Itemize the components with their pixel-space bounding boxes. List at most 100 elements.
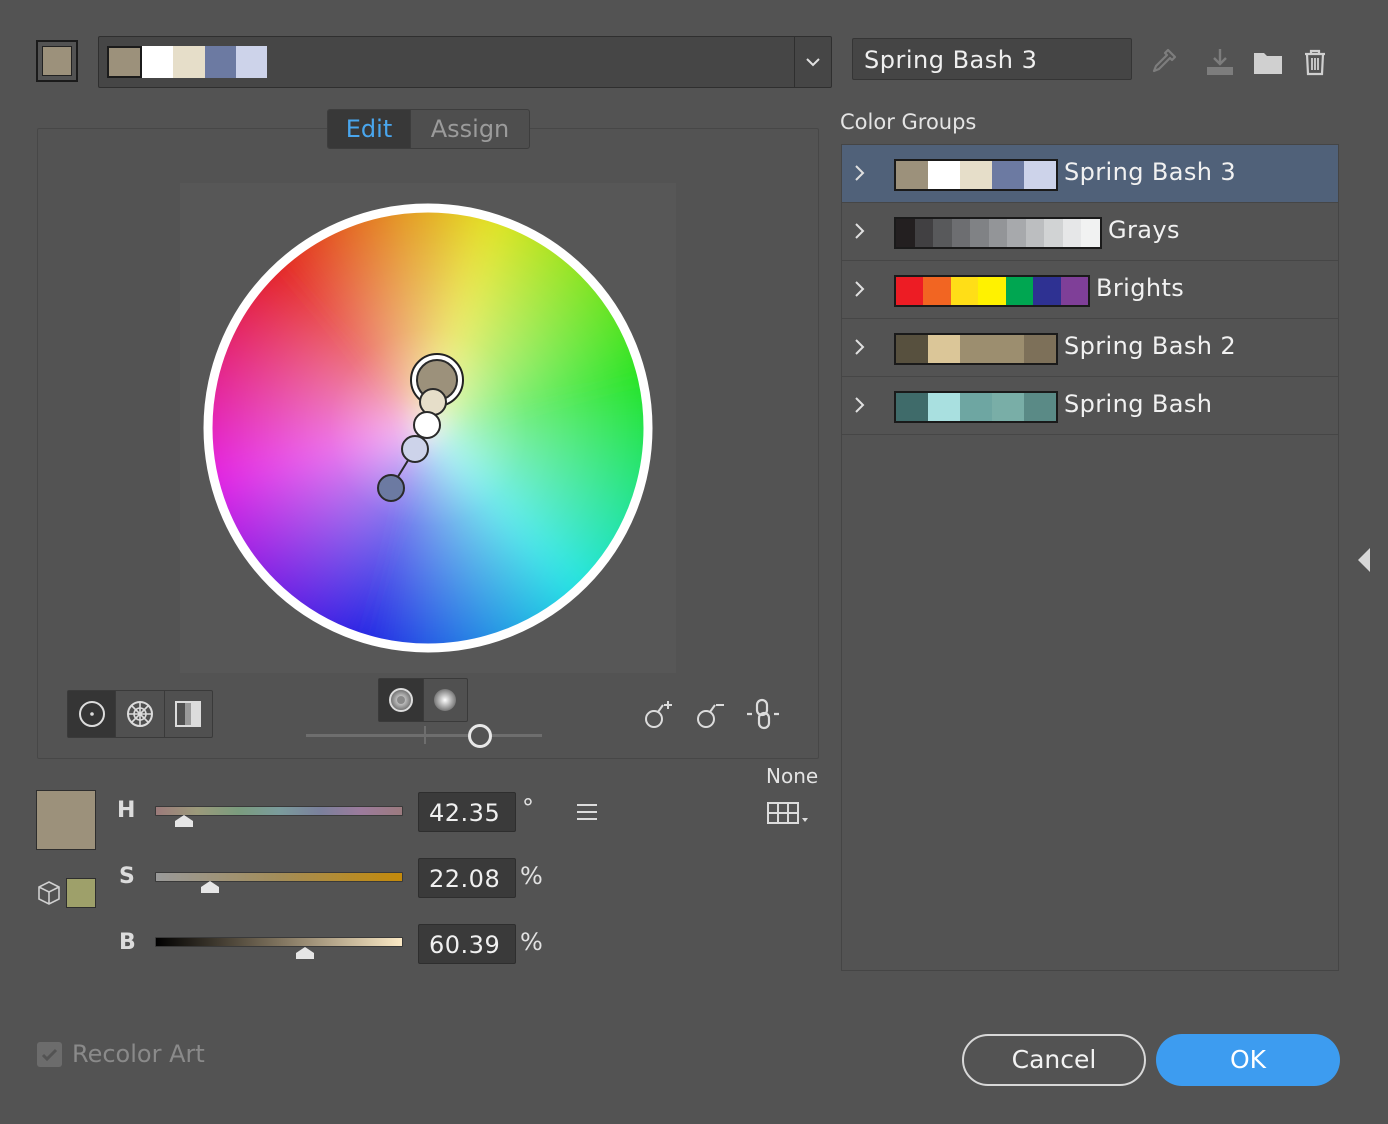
color-group-name: Spring Bash 3 (1064, 158, 1237, 186)
in-gamut-color-swatch[interactable] (66, 878, 96, 908)
chevron-right-icon[interactable] (852, 337, 868, 357)
color-group-swatch[interactable] (896, 277, 924, 305)
chevron-right-icon[interactable] (852, 163, 868, 183)
hue-value-input[interactable]: 42.35 (418, 792, 516, 832)
color-group-swatch[interactable] (1005, 277, 1034, 305)
recolor-art-checkbox[interactable] (37, 1042, 62, 1067)
color-marker[interactable] (419, 388, 447, 416)
limit-to-library-icon[interactable] (766, 800, 810, 828)
color-group-swatch[interactable] (1024, 335, 1056, 363)
color-group-swatch[interactable] (992, 393, 1024, 421)
hue-label: H (117, 798, 136, 823)
color-group-swatch[interactable] (960, 393, 992, 421)
color-group-swatch[interactable] (1044, 219, 1063, 247)
color-group-swatch[interactable] (896, 161, 928, 189)
color-group-swatches[interactable] (894, 391, 1058, 423)
trash-icon[interactable] (1298, 45, 1332, 79)
color-group-swatch[interactable] (928, 161, 960, 189)
out-of-gamut-cube-icon[interactable] (36, 880, 62, 906)
color-group-swatches[interactable] (894, 217, 1102, 249)
color-group-swatch[interactable] (960, 161, 992, 189)
color-group-swatch[interactable] (1025, 219, 1045, 247)
color-group-swatch[interactable] (923, 277, 951, 305)
header-swatch (142, 46, 174, 78)
color-group-swatches[interactable] (894, 159, 1058, 191)
chevron-down-icon[interactable] (803, 50, 823, 74)
cancel-button[interactable]: Cancel (962, 1034, 1146, 1086)
brightness-value-slider-thumb[interactable] (295, 946, 315, 960)
brightness-slider-thumb[interactable] (468, 724, 492, 748)
color-group-swatch[interactable] (928, 335, 960, 363)
color-group-row[interactable]: Spring Bash (842, 377, 1338, 435)
header-swatch (235, 46, 268, 78)
color-group-row[interactable]: Spring Bash 2 (842, 319, 1338, 377)
color-group-swatch[interactable] (914, 219, 934, 247)
chevron-right-icon[interactable] (852, 279, 868, 299)
color-group-swatch[interactable] (970, 219, 989, 247)
color-group-row[interactable]: Grays (842, 203, 1338, 261)
color-groups-title: Color Groups (840, 110, 977, 134)
show-brightness-button[interactable] (422, 679, 468, 721)
recolor-art-label: Recolor Art (72, 1040, 205, 1068)
color-group-swatch[interactable] (988, 219, 1008, 247)
link-harmony-icon[interactable] (745, 696, 781, 732)
color-wheel[interactable] (200, 200, 656, 656)
color-bars-button[interactable] (163, 691, 212, 737)
color-group-swatches[interactable] (894, 333, 1058, 365)
chevron-right-icon[interactable] (852, 221, 868, 241)
segmented-color-wheel-button[interactable] (115, 691, 163, 737)
collapse-panel-arrow-icon[interactable] (1356, 546, 1372, 574)
tab-assign[interactable]: Assign (410, 110, 529, 148)
chevron-right-icon[interactable] (852, 395, 868, 415)
segmented-color-wheel-icon (126, 701, 153, 727)
color-group-swatch[interactable] (951, 219, 971, 247)
hue-unit: ° (522, 794, 534, 822)
color-marker[interactable] (377, 474, 405, 502)
active-color-swatch[interactable] (36, 40, 78, 82)
checkmark-icon (41, 1048, 58, 1062)
color-group-name-input[interactable]: Spring Bash 3 (852, 38, 1132, 80)
color-marker[interactable] (413, 411, 441, 439)
show-saturation-button[interactable] (379, 679, 423, 721)
folder-icon[interactable] (1251, 45, 1285, 79)
color-group-swatch[interactable] (992, 161, 1024, 189)
brightness-value-input[interactable]: 60.39 (418, 924, 516, 964)
add-color-tool-icon[interactable] (642, 698, 676, 732)
color-group-swatch[interactable] (1024, 393, 1056, 421)
saturation-slider-track[interactable] (155, 872, 403, 882)
color-group-dropdown[interactable] (98, 36, 832, 88)
color-group-row[interactable]: Spring Bash 3 (842, 145, 1338, 203)
color-group-swatch[interactable] (960, 335, 992, 363)
color-group-swatch[interactable] (896, 335, 928, 363)
color-group-row[interactable]: Brights (842, 261, 1338, 319)
color-group-swatch[interactable] (978, 277, 1006, 305)
color-group-swatch[interactable] (896, 393, 928, 421)
color-group-swatch[interactable] (1062, 219, 1082, 247)
color-group-swatch[interactable] (896, 219, 915, 247)
color-bars-icon (175, 701, 202, 727)
saturation-value-input[interactable]: 22.08 (418, 858, 516, 898)
menu-icon[interactable] (575, 802, 599, 822)
color-group-swatch[interactable] (1033, 277, 1061, 305)
color-group-swatch[interactable] (933, 219, 952, 247)
color-group-swatch[interactable] (1060, 277, 1088, 305)
ok-button[interactable]: OK (1156, 1034, 1340, 1086)
saturation-slider-thumb[interactable] (200, 880, 220, 894)
smooth-color-wheel-button[interactable] (68, 691, 116, 737)
color-group-swatch[interactable] (1081, 219, 1101, 247)
color-group-name: Grays (1108, 216, 1180, 244)
color-marker[interactable] (401, 435, 429, 463)
color-group-swatch[interactable] (992, 335, 1024, 363)
current-colors-strip (107, 46, 268, 78)
color-group-swatches[interactable] (894, 275, 1090, 307)
hue-slider-thumb[interactable] (174, 814, 194, 828)
color-group-swatch[interactable] (1007, 219, 1026, 247)
brightness-value-slider-track[interactable] (155, 937, 403, 947)
color-group-swatch[interactable] (928, 393, 960, 421)
remove-color-tool-icon[interactable] (694, 698, 728, 732)
eyedropper-icon[interactable] (1146, 45, 1180, 79)
save-icon[interactable] (1203, 45, 1237, 79)
color-group-swatch[interactable] (1024, 161, 1056, 189)
color-group-swatch[interactable] (950, 277, 979, 305)
tab-edit[interactable]: Edit (328, 110, 410, 148)
